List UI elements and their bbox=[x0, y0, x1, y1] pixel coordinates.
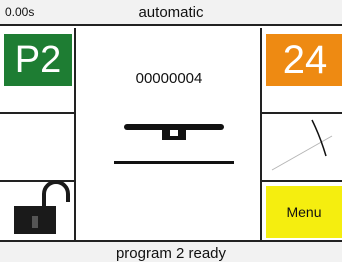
left-panel: P2 bbox=[0, 28, 76, 240]
tool-diagram-icon bbox=[114, 118, 234, 174]
divider bbox=[262, 180, 342, 182]
divider bbox=[262, 112, 342, 114]
machine-screen: 0.00s automatic P2 00000004 24 Menu prog… bbox=[0, 0, 342, 262]
menu-button[interactable]: Menu bbox=[266, 186, 342, 238]
center-panel: 00000004 bbox=[78, 28, 260, 240]
status-bar: program 2 ready bbox=[0, 240, 342, 262]
counter-value: 00000004 bbox=[135, 70, 203, 87]
unlocked-padlock-icon[interactable] bbox=[8, 176, 72, 236]
count-button[interactable]: 24 bbox=[266, 34, 342, 86]
status-text: program 2 ready bbox=[115, 245, 227, 262]
right-panel: 24 Menu bbox=[260, 28, 342, 240]
header-bar: 0.00s automatic bbox=[0, 0, 342, 26]
divider bbox=[0, 112, 74, 114]
program-button[interactable]: P2 bbox=[4, 34, 72, 86]
mode-label: automatic bbox=[138, 4, 204, 21]
curve-graph-icon[interactable] bbox=[264, 116, 340, 178]
